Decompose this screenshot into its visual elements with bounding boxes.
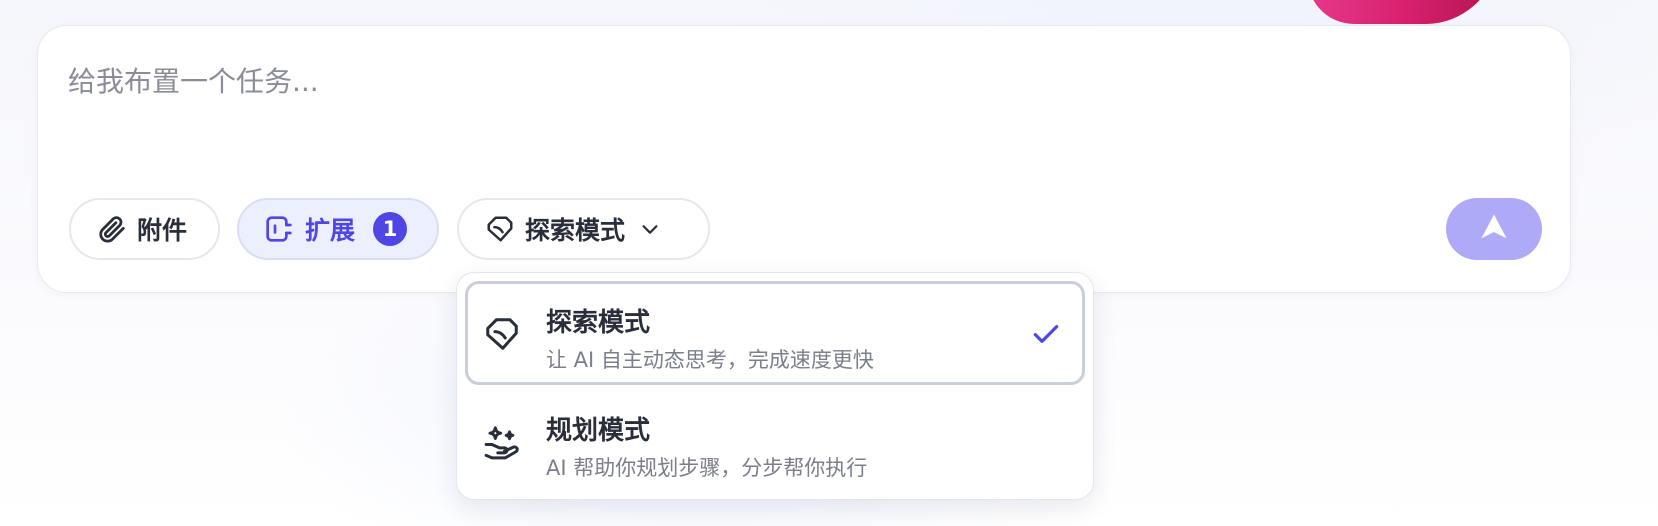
mode-select-button[interactable]: 探索模式 <box>457 198 710 260</box>
mode-option-description: 让 AI 自主动态思考，完成速度更快 <box>546 348 874 372</box>
checkmark-icon <box>1028 316 1064 352</box>
mode-label: 探索模式 <box>525 216 626 245</box>
mode-dropdown-menu: 探索模式 让 AI 自主动态思考，完成速度更快 规划模式 AI 帮助你规划步骤，… <box>456 272 1094 500</box>
task-input[interactable] <box>68 56 1468 106</box>
task-composer: 附件 扩展 1 探索模式 <box>37 25 1571 293</box>
mode-option-title: 探索模式 <box>546 308 651 338</box>
mode-option-title: 规划模式 <box>546 416 651 446</box>
plug-icon <box>263 213 295 245</box>
tag-icon <box>482 314 522 354</box>
mode-option-explore[interactable]: 探索模式 让 AI 自主动态思考，完成速度更快 <box>465 281 1085 385</box>
chevron-down-icon <box>639 218 661 240</box>
attach-label: 附件 <box>137 216 188 245</box>
extension-button[interactable]: 扩展 1 <box>237 198 439 260</box>
extension-count-badge: 1 <box>373 212 408 246</box>
attach-button[interactable]: 附件 <box>69 198 220 260</box>
tag-icon <box>485 214 515 244</box>
sparkle-hand-icon <box>482 422 522 462</box>
send-button[interactable] <box>1446 198 1542 260</box>
mode-option-description: AI 帮助你规划步骤，分步帮你执行 <box>546 456 868 480</box>
send-arrow-icon <box>1479 212 1509 246</box>
paperclip-icon <box>97 214 127 244</box>
extension-label: 扩展 <box>305 216 356 245</box>
mode-option-plan[interactable]: 规划模式 AI 帮助你规划步骤，分步帮你执行 <box>465 389 1085 493</box>
